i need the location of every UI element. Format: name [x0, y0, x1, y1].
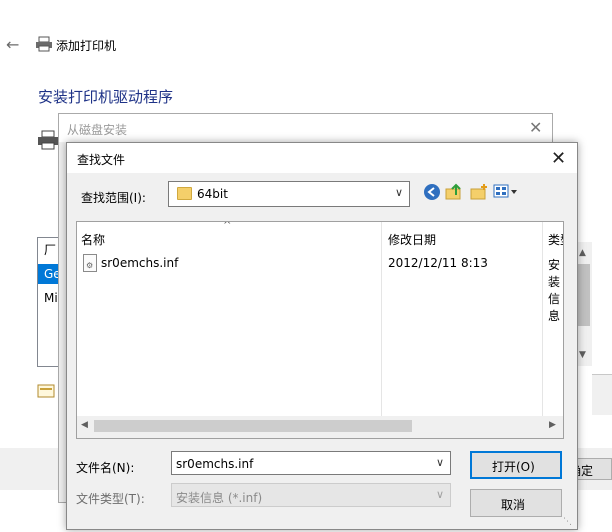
dialog-title: 从磁盘安装: [67, 123, 128, 137]
file-type-value: 安装信息 (*.inf): [176, 491, 263, 505]
chevron-down-icon[interactable]: ∨: [436, 456, 444, 469]
scroll-up-icon[interactable]: ▲: [579, 248, 586, 258]
dialog-title: 查找文件: [77, 153, 126, 167]
find-file-dialog: 查找文件 ✕ 查找范围(I): 64bit ∨ ^ 名称 修改日期 类 ⚙ sr…: [66, 142, 578, 530]
file-name-value: sr0emchs.inf: [176, 457, 254, 471]
chevron-down-icon: ∨: [436, 488, 445, 501]
dialog-titlebar: 从磁盘安装 ✕: [59, 114, 552, 142]
file-name: sr0emchs.inf: [101, 256, 179, 270]
column-separator: [381, 222, 382, 416]
scrollbar-thumb[interactable]: [578, 264, 590, 326]
view-menu-icon[interactable]: [493, 183, 519, 203]
close-icon[interactable]: ✕: [551, 148, 566, 169]
printer-icon: [35, 36, 53, 52]
folder-icon: [177, 187, 192, 200]
close-icon[interactable]: ✕: [529, 118, 542, 137]
chevron-down-icon[interactable]: ∨: [395, 186, 403, 199]
scroll-left-icon[interactable]: ◀: [81, 420, 88, 430]
driver-icon: [37, 383, 55, 399]
up-folder-icon[interactable]: [444, 183, 464, 203]
horizontal-scrollbar[interactable]: ◀ ▶: [77, 416, 563, 438]
file-name-label: 文件名(N):: [76, 461, 135, 475]
wizard-title: 添加打印机: [56, 39, 117, 53]
file-type: 安装信息: [548, 258, 561, 323]
open-button[interactable]: 打开(O): [470, 451, 562, 479]
back-icon[interactable]: [423, 183, 443, 203]
inf-file-icon: ⚙: [83, 254, 97, 272]
dialog-titlebar: 查找文件 ✕: [67, 143, 577, 173]
cancel-button-label: 取消: [501, 498, 526, 512]
file-date: 2012/12/11 8:13: [388, 256, 488, 270]
file-list[interactable]: ^ 名称 修改日期 类型 ⚙ sr0emchs.inf 2012/12/11 8…: [76, 221, 564, 439]
open-button-label: 打开(O): [492, 460, 535, 474]
wizard-heading: 安装打印机驱动程序: [38, 88, 174, 106]
column-name[interactable]: 名称: [81, 231, 105, 248]
file-name-input[interactable]: sr0emchs.inf ∨: [171, 451, 451, 475]
column-separator: [542, 222, 543, 416]
new-folder-icon[interactable]: [469, 183, 489, 203]
column-type[interactable]: 类型: [548, 231, 563, 248]
file-type-dropdown: 安装信息 (*.inf) ∨: [171, 483, 451, 507]
file-type-label: 文件类型(T):: [76, 492, 145, 506]
look-in-value: 64bit: [197, 187, 228, 201]
scroll-down-icon[interactable]: ▼: [579, 350, 586, 360]
back-arrow-icon[interactable]: ←: [6, 36, 24, 54]
column-header: ^ 名称 修改日期 类型: [77, 221, 563, 248]
scrollbar-thumb[interactable]: [94, 420, 412, 432]
scrollbar[interactable]: ▲ ▼: [576, 242, 592, 366]
look-in-dropdown[interactable]: 64bit ∨: [168, 181, 410, 207]
panel-edge: [592, 374, 612, 415]
resize-grip-icon[interactable]: ⋱: [563, 517, 572, 527]
column-date[interactable]: 修改日期: [388, 231, 436, 248]
sort-up-icon: ^: [223, 221, 232, 231]
file-row[interactable]: ⚙ sr0emchs.inf 2012/12/11 8:13 安装信息: [81, 254, 561, 323]
cancel-button[interactable]: 取消: [470, 489, 562, 517]
scroll-right-icon[interactable]: ▶: [549, 420, 556, 430]
look-in-label: 查找范围(I):: [81, 191, 146, 205]
